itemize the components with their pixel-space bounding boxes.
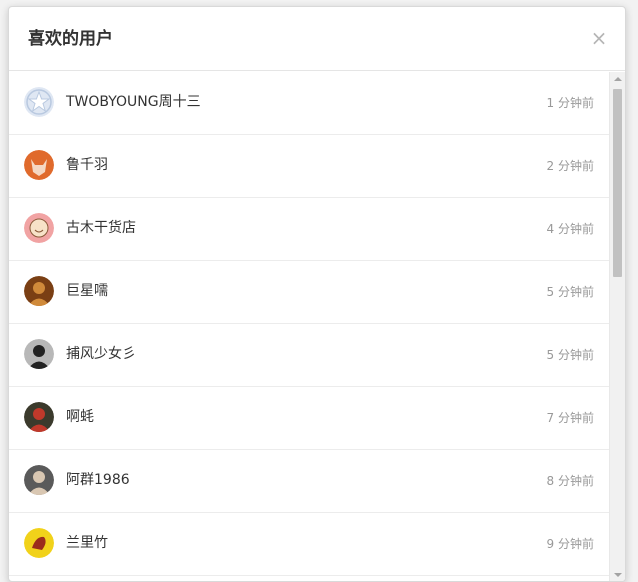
user-name-link[interactable]: 鲁千羽 [66, 154, 108, 176]
user-list-item[interactable]: 巨星嚅 5 分钟前 [9, 261, 609, 324]
photo-avatar-icon[interactable] [24, 276, 54, 306]
user-name-link[interactable]: TWOBYOUNG周十三 [66, 91, 201, 113]
user-name-link[interactable]: 古木干货店 [66, 217, 136, 239]
close-button[interactable]: × [589, 26, 609, 50]
portrait-avatar-icon[interactable] [24, 402, 54, 432]
portrait-avatar-icon[interactable] [24, 465, 54, 495]
user-name-link[interactable]: 巨星嚅 [66, 280, 108, 302]
user-name-link[interactable]: 捕风少女彡 [66, 343, 136, 365]
portrait-avatar-icon[interactable] [24, 339, 54, 369]
liked-time: 2 分钟前 [546, 159, 594, 173]
scrollbar-thumb[interactable] [613, 89, 622, 277]
scroll-down-arrow-icon[interactable] [614, 573, 622, 577]
fox-avatar-icon[interactable] [24, 150, 54, 180]
vertical-scrollbar[interactable] [609, 72, 625, 581]
user-list-item[interactable]: 啊蚝 7 分钟前 [9, 387, 609, 450]
user-list-item[interactable]: 阿群1986 8 分钟前 [9, 450, 609, 513]
user-list-item[interactable]: 捕风少女彡 5 分钟前 [9, 324, 609, 387]
user-list-item[interactable]: 兰里竹 9 分钟前 [9, 513, 609, 576]
liked-time: 5 分钟前 [546, 285, 594, 299]
user-list-item[interactable]: TWOBYOUNG周十三 1 分钟前 [9, 72, 609, 135]
dialog-title: 喜欢的用户 [28, 29, 113, 49]
user-list: TWOBYOUNG周十三 1 分钟前鲁千羽 2 分钟前古木干货店 4 分钟前巨星嚅 5 … [9, 72, 609, 576]
liked-time: 4 分钟前 [546, 222, 594, 236]
liked-time: 1 分钟前 [546, 96, 594, 110]
star-avatar-icon[interactable] [24, 87, 54, 117]
liked-time: 7 分钟前 [546, 411, 594, 425]
user-list-scroll-area[interactable]: TWOBYOUNG周十三 1 分钟前鲁千羽 2 分钟前古木干货店 4 分钟前巨星嚅 5 … [9, 72, 625, 581]
user-list-item[interactable]: 古木干货店 4 分钟前 [9, 198, 609, 261]
cartoon-face-avatar-icon[interactable] [24, 213, 54, 243]
liked-time: 5 分钟前 [546, 348, 594, 362]
cartoon-avatar-icon[interactable] [24, 528, 54, 558]
user-list-item[interactable]: 鲁千羽 2 分钟前 [9, 135, 609, 198]
scroll-up-arrow-icon[interactable] [614, 77, 622, 81]
user-name-link[interactable]: 兰里竹 [66, 532, 108, 554]
liked-time: 8 分钟前 [546, 474, 594, 488]
user-name-link[interactable]: 阿群1986 [66, 469, 130, 491]
liked-users-dialog: 喜欢的用户 × TWOBYOUNG周十三 1 分钟前鲁千羽 2 分钟前古木干货店 4 … [8, 6, 626, 582]
liked-time: 9 分钟前 [546, 537, 594, 551]
user-name-link[interactable]: 啊蚝 [66, 406, 94, 428]
dialog-header: 喜欢的用户 × [9, 7, 625, 71]
